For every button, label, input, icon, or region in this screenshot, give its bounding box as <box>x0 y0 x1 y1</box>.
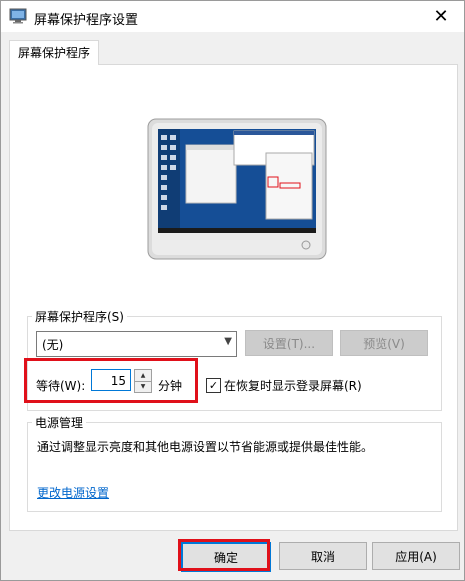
screensaver-select-value: (无) <box>42 338 64 352</box>
title-bar: 屏幕保护程序设置 ✕ <box>1 1 464 32</box>
chevron-down-icon: ▼ <box>224 336 232 347</box>
resume-logon-label: 在恢复时显示登录屏幕(R) <box>224 379 362 393</box>
resume-logon-checkbox[interactable]: ✓ <box>206 378 221 393</box>
checkmark-icon: ✓ <box>208 379 219 392</box>
ok-highlight-box <box>178 539 270 571</box>
window-title: 屏幕保护程序设置 <box>34 13 139 28</box>
tab-panel: 屏幕保护程序(S) (无) ▼ 设置(T)... 预览(V) 等待(W): 15… <box>9 64 458 531</box>
settings-button[interactable]: 设置(T)... <box>245 330 333 356</box>
power-description: 通过调整显示亮度和其他电源设置以节省能源或提供最佳性能。 <box>37 440 374 454</box>
apply-button[interactable]: 应用(A) <box>372 542 460 570</box>
preview-button[interactable]: 预览(V) <box>340 330 428 356</box>
power-group-label: 电源管理 <box>32 414 87 431</box>
change-power-settings-link[interactable]: 更改电源设置 <box>37 484 109 501</box>
cancel-button-label: 取消 <box>310 549 335 564</box>
cancel-button[interactable]: 取消 <box>279 542 367 570</box>
close-button[interactable]: ✕ <box>418 1 464 32</box>
screensaver-select[interactable]: (无) ▼ <box>36 331 237 357</box>
monitor-preview-image <box>147 118 327 260</box>
close-icon: ✕ <box>433 6 449 27</box>
wait-highlight-box <box>24 358 198 403</box>
screensaver-settings-dialog: 屏幕保护程序设置 ✕ 屏幕保护程序 屏幕保护程序(S) (无) ▼ 设置(T).… <box>0 0 465 581</box>
screensaver-group-label: 屏幕保护程序(S) <box>32 308 127 325</box>
tab-label: 屏幕保护程序 <box>17 46 90 60</box>
apply-button-label: 应用(A) <box>395 549 437 564</box>
screensaver-app-icon <box>9 8 27 24</box>
tab-screensaver[interactable]: 屏幕保护程序 <box>9 40 99 65</box>
